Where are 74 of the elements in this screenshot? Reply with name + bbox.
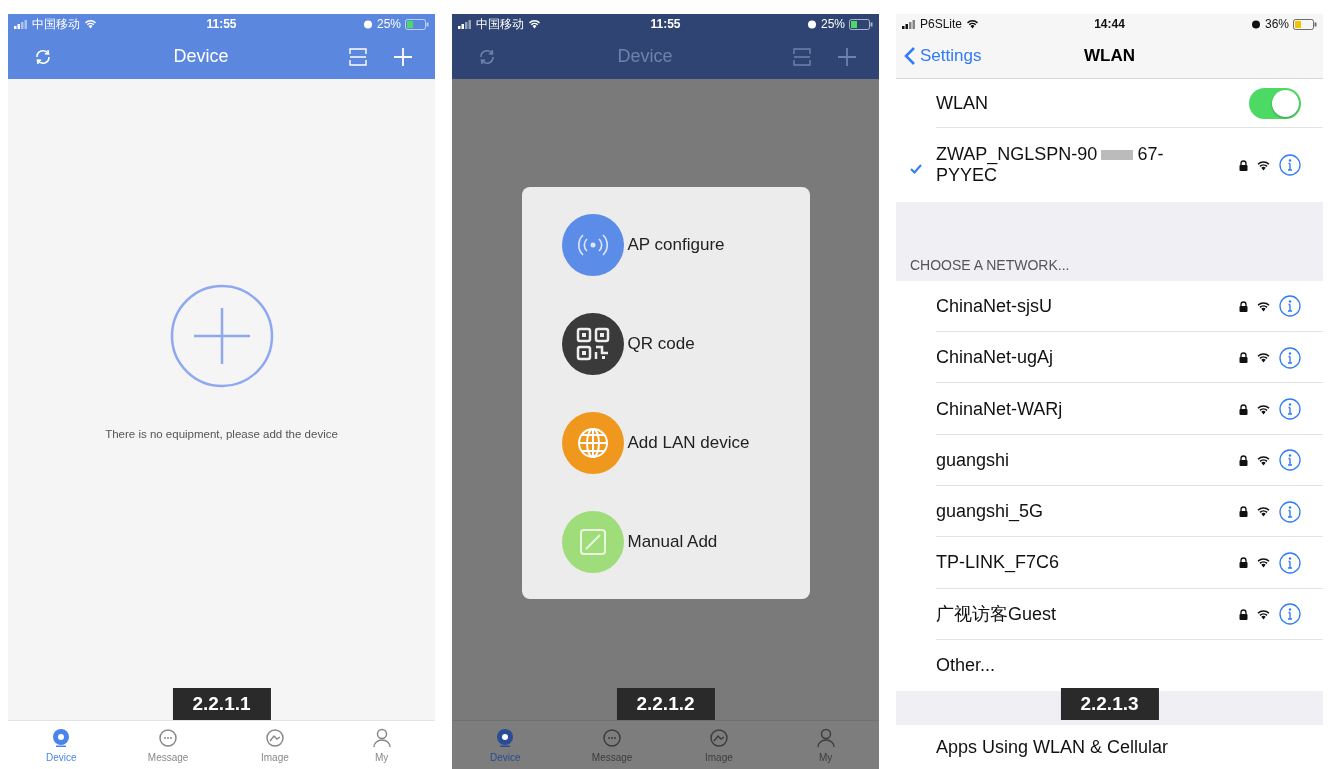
lock-icon [1239,352,1248,364]
menu-item[interactable]: Add LAN device [561,411,750,474]
lock-icon [1239,403,1248,415]
signal-icon [458,19,472,29]
info-icon[interactable] [1279,500,1301,523]
figure-label: 2.2.1.3 [1060,688,1159,720]
wifi-icon [1256,608,1271,620]
add-circle-icon[interactable] [169,284,274,388]
navigation-title: WLAN [1084,46,1135,66]
wifi-icon [1256,159,1271,171]
carrier-name: 中国移动 [476,15,524,33]
info-icon[interactable] [1279,603,1301,626]
lock-icon [1239,608,1248,620]
carrier-name: 中国移动 [32,15,80,33]
signal-icon [14,19,28,29]
toggle-switch[interactable] [1249,88,1301,120]
tab[interactable]: Image [221,721,329,769]
battery-percent: 36% [1264,17,1289,31]
wifi-icon [528,19,541,29]
tab[interactable]: My [328,721,435,769]
scan-icon[interactable] [793,47,811,66]
wifi-icon [1256,506,1271,518]
image-icon [264,727,285,748]
figure-label: 2.2.1.2 [616,688,715,720]
chevron-left-icon [904,46,916,66]
header-title: Device [617,46,673,67]
menu-item[interactable]: Manual Add [561,510,718,573]
wifi-icon [1256,300,1271,312]
back-button[interactable]: Settings [896,46,982,66]
empty-message: There is no equipment, please add the device [105,428,338,440]
person-icon [371,727,392,748]
chat-icon [158,727,179,748]
lock-icon [1239,557,1248,569]
wifi-icon [1256,403,1271,415]
info-icon[interactable] [1279,551,1301,574]
lock-icon [1239,454,1248,466]
camera-icon [51,727,72,748]
figure-label: 2.2.1.1 [172,688,271,720]
setting-label: WLAN [936,93,989,115]
lock-icon [1239,300,1248,312]
camera-icon [495,727,516,748]
wifi-icon [966,19,980,29]
info-icon[interactable] [1279,295,1301,318]
battery-icon [1293,18,1317,30]
wifi-icon [1256,352,1271,364]
info-icon[interactable] [1279,346,1301,369]
wifi-icon [84,19,97,29]
lock-icon [1239,159,1248,171]
status-time: 14:44 [1094,17,1125,31]
battery-icon [405,18,429,30]
battery-percent: 25% [376,17,401,31]
status-time: 11:55 [650,17,681,31]
section-header: CHOOSE A NETWORK... [910,256,1070,273]
person-icon [815,727,836,748]
image-icon [708,727,729,748]
carrier-name: P6SLite [920,17,963,31]
redacted-block [1101,150,1134,161]
add-icon[interactable] [837,46,857,67]
info-icon[interactable] [1279,154,1301,177]
menu-item[interactable]: AP configure [561,213,725,276]
info-icon[interactable] [1279,449,1301,472]
battery-percent: 25% [820,17,845,31]
wifi-icon [1256,557,1271,569]
battery-icon [849,18,873,30]
status-time: 11:55 [206,17,237,31]
header-title: Device [173,46,229,67]
lock-icon [1239,506,1248,518]
tab[interactable]: Device [8,721,115,769]
menu-item[interactable]: QR code [561,312,695,375]
chat-icon [602,727,623,748]
info-icon[interactable] [1279,398,1301,420]
wifi-icon [1256,454,1271,466]
tab[interactable]: Message [114,721,222,769]
signal-icon [902,19,916,29]
